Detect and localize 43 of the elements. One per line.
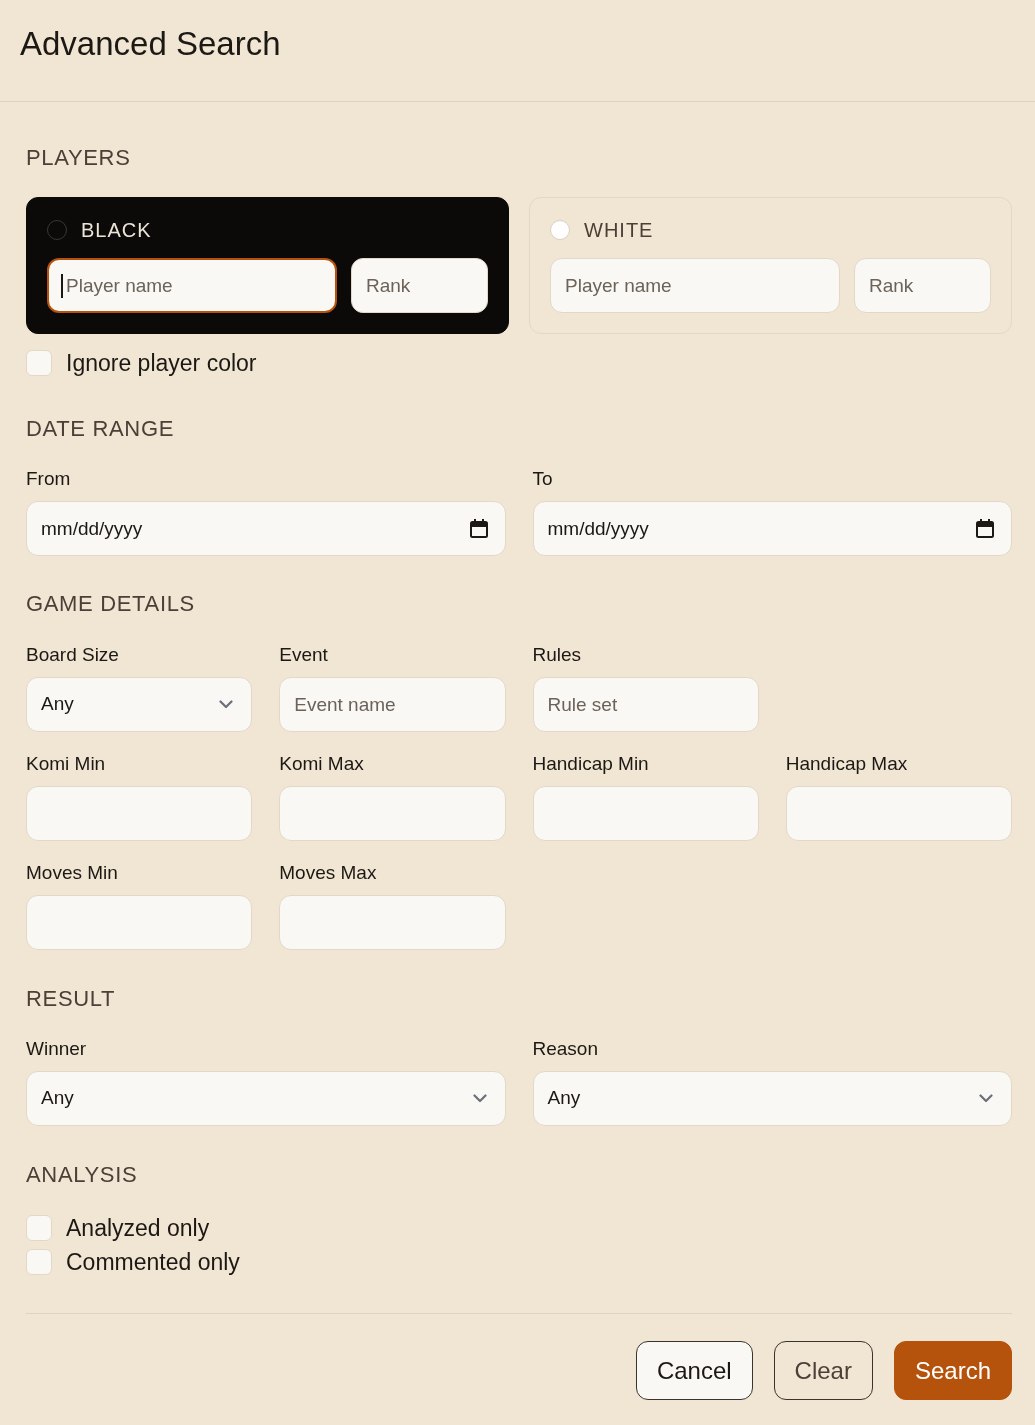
calendar-icon [976,519,994,538]
checkbox-label: Ignore player color [66,350,257,376]
field-label: Reason [532,1037,598,1061]
checkbox[interactable] [26,350,52,376]
player-card[interactable]: BLACK Player name Rank [26,197,509,334]
section-heading: ANALYSIS [26,1161,138,1189]
field-label: To [532,467,553,491]
date-input[interactable]: mm/dd/yyyy [532,501,1012,556]
field-label: Rules [532,643,582,667]
date-input[interactable]: mm/dd/yyyy [26,501,506,556]
field-label: Komi Max [279,752,364,776]
clear-button[interactable]: Clear [773,1341,873,1400]
section-heading: GAME DETAILS [26,590,195,618]
field-label: Handicap Max [785,752,908,776]
field-label: Handicap Min [532,752,649,776]
dropdown[interactable]: Any [26,677,253,732]
text-input[interactable]: Player name [47,258,337,313]
chevron-down-icon [472,1094,487,1103]
cancel-button[interactable]: Cancel [635,1341,753,1400]
field-label: Komi Min [26,752,106,776]
search-button[interactable]: Search [893,1341,1012,1400]
checkbox-label: Analyzed only [66,1215,210,1241]
section-heading: PLAYERS [26,144,131,172]
dropdown[interactable]: Any [532,1071,1012,1126]
checkbox[interactable] [26,1249,52,1275]
dropdown[interactable]: Any [26,1071,506,1126]
checkbox[interactable] [26,1215,52,1241]
checkbox-label: Commented only [66,1249,240,1275]
field-label: From [26,467,71,491]
field-label: Moves Max [279,861,377,885]
player-color-label: WHITE [584,218,654,242]
section-heading: DATE RANGE [26,415,174,443]
player-color-label: BLACK [81,218,152,242]
dialog-title: Advanced Search [20,24,281,64]
text-cursor-icon [61,274,63,298]
field-label: Winner [26,1037,87,1061]
field-label: Event [279,643,328,667]
calendar-icon [469,519,488,538]
chevron-down-icon [979,1094,993,1103]
chevron-down-icon [219,700,234,709]
section-heading: RESULT [26,985,116,1013]
field-label: Board Size [26,643,119,667]
field-label: Moves Min [26,861,118,885]
